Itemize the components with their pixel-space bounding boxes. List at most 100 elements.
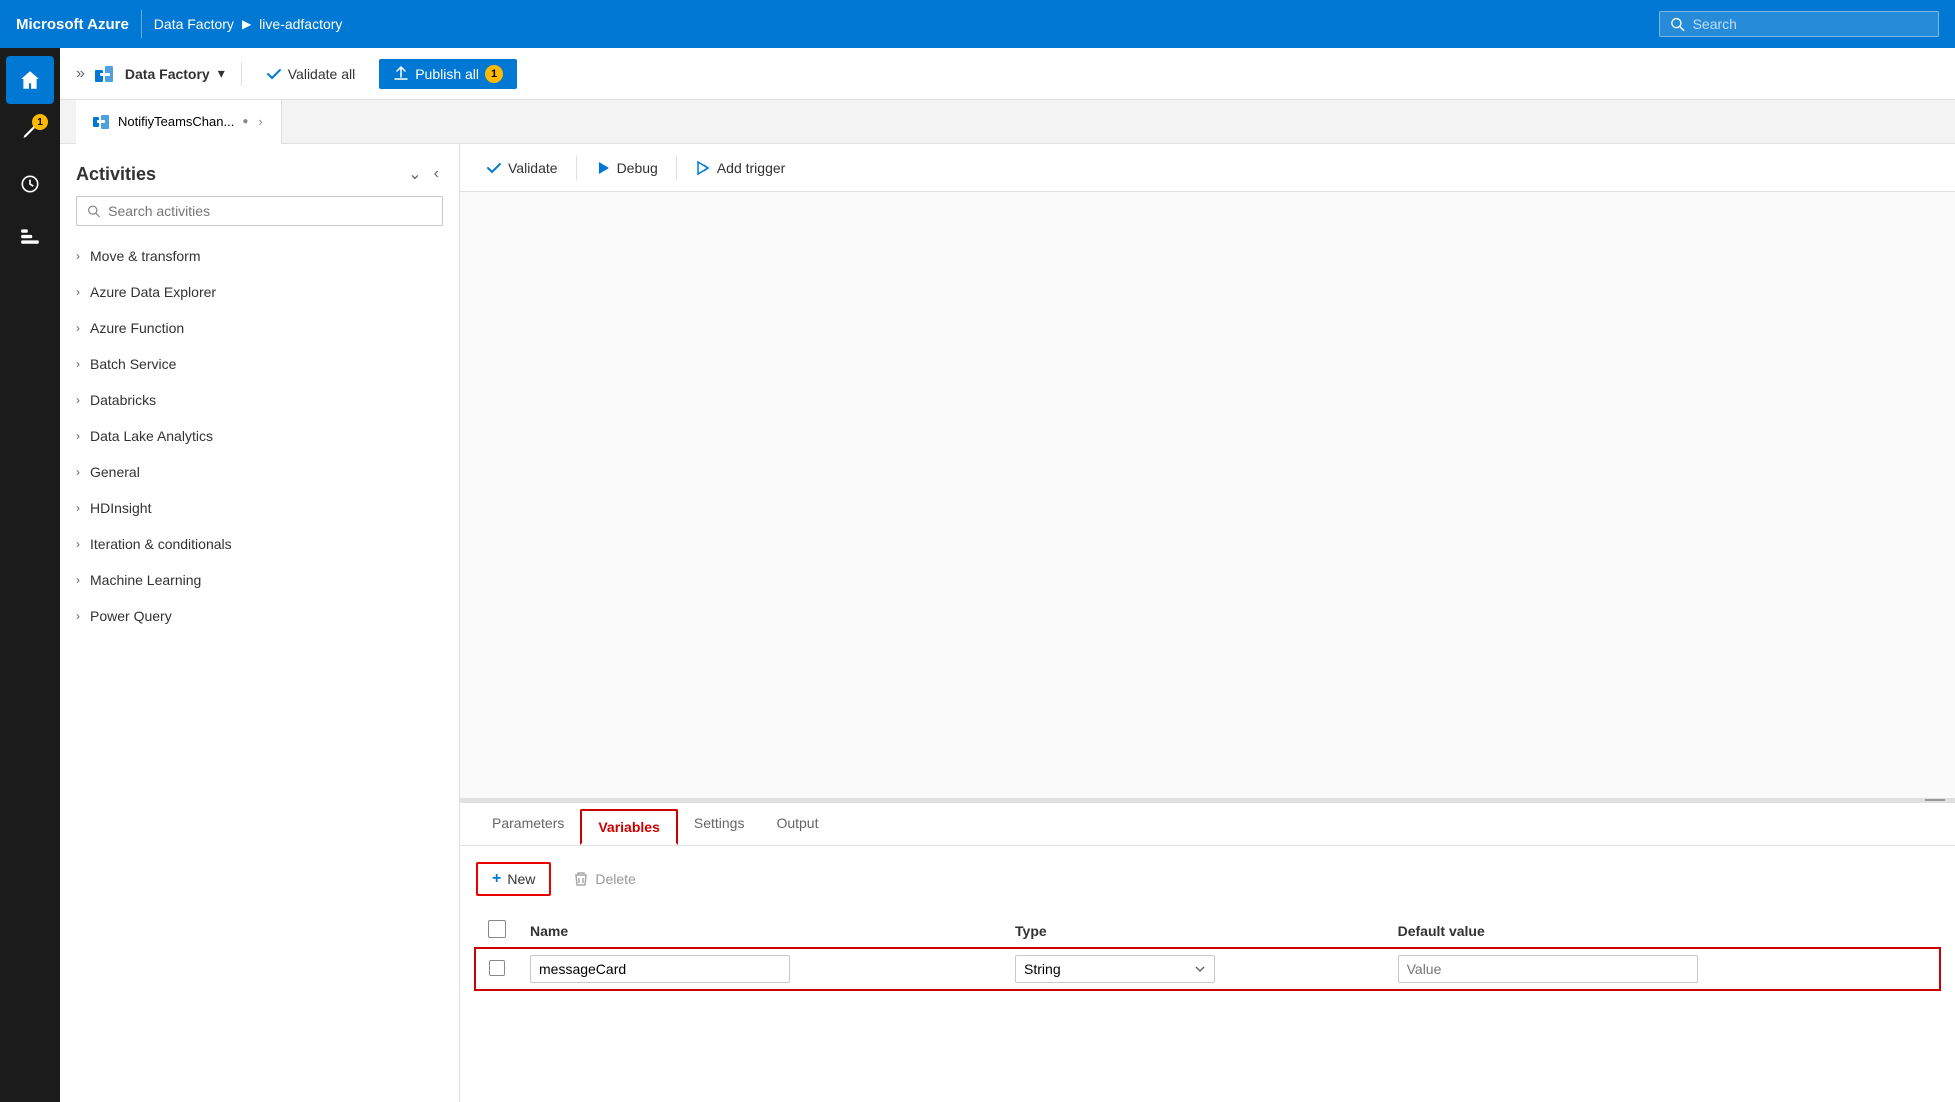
sidebar-item-monitor[interactable] [6,160,54,208]
validate-all-label: Validate all [288,66,355,82]
sidebar-item-home[interactable] [6,56,54,104]
nav-arrow-icon: ▶ [242,17,251,31]
tab-output[interactable]: Output [760,803,834,845]
tab-settings[interactable]: Settings [678,803,761,845]
canvas-area: Validate Debug Add trigger [460,144,1955,1102]
activity-search-box[interactable] [76,196,443,226]
tab-variables[interactable]: Variables [580,809,678,845]
add-trigger-button[interactable]: Add trigger [685,154,795,182]
variable-default-value-input[interactable] [1398,955,1698,983]
validate-canvas-icon [486,160,502,176]
table-row: String Boolean Integer Array [476,949,1939,989]
col-default-label: Default value [1398,923,1485,939]
activity-label: Data Lake Analytics [90,428,213,444]
activities-list: › Move & transform › Azure Data Explorer… [60,238,459,1102]
delete-variable-button[interactable]: Delete [563,865,645,893]
toolbar-dropdown-btn[interactable]: ▾ [218,65,225,82]
pipeline-tab-icon [92,113,110,131]
top-bar-nav: Data Factory ▶ live-adfactory [154,16,343,32]
validate-all-button[interactable]: Validate all [258,60,363,88]
search-input[interactable] [1693,16,1928,32]
panel-layout: Activities ⌄ ‹ › Move & transform [60,144,1955,1102]
activity-item-iteration-conditionals[interactable]: › Iteration & conditionals [60,526,459,562]
publish-all-label: Publish all [415,66,479,82]
activity-item-batch-service[interactable]: › Batch Service [60,346,459,382]
chevron-icon: › [76,285,80,299]
sidebar-item-tools[interactable] [6,212,54,260]
expand-icon[interactable]: » [76,65,85,83]
top-bar-search[interactable] [1659,11,1939,37]
tab-name: NotifiyTeamsChan... [118,114,234,129]
activity-label: Move & transform [90,248,200,264]
activity-item-general[interactable]: › General [60,454,459,490]
activity-item-power-query[interactable]: › Power Query [60,598,459,634]
activity-item-machine-learning[interactable]: › Machine Learning [60,562,459,598]
new-variable-button[interactable]: + New [476,862,551,896]
activity-item-databricks[interactable]: › Databricks [60,382,459,418]
top-bar: Microsoft Azure Data Factory ▶ live-adfa… [0,0,1955,48]
canvas-divider-1 [576,156,577,180]
chevron-icon: › [76,393,80,407]
tab-output-label: Output [776,815,818,831]
activity-label: Power Query [90,608,172,624]
activity-item-azure-function[interactable]: › Azure Function [60,310,459,346]
toolbar-left: » Data Factory ▾ [76,62,225,86]
tab-expand-icon[interactable]: › [256,112,264,131]
toolbar-df-label: Data Factory [125,66,210,82]
chevron-icon: › [76,321,80,335]
publish-icon [393,66,409,82]
activity-label: HDInsight [90,500,151,516]
tab-bar: NotifiyTeamsChan... ● › [60,100,1955,144]
validate-button[interactable]: Validate [476,154,568,182]
brand-label: Microsoft Azure [16,16,129,33]
variable-name-input[interactable] [530,955,790,983]
tab-parameters[interactable]: Parameters [476,803,580,845]
collapse-icon-btn[interactable]: ⌄ [404,160,425,188]
activity-item-hdinsight[interactable]: › HDInsight [60,490,459,526]
debug-icon [595,160,611,176]
tools-icon [19,225,41,247]
activity-item-data-lake-analytics[interactable]: › Data Lake Analytics [60,418,459,454]
activity-item-azure-data-explorer[interactable]: › Azure Data Explorer [60,274,459,310]
panel-tabs: Parameters Variables Settings Output [460,803,1955,846]
row-checkbox[interactable] [489,960,505,976]
pipeline-tab[interactable]: NotifiyTeamsChan... ● › [76,100,282,144]
delete-label: Delete [595,871,635,887]
publish-all-button[interactable]: Publish all 1 [379,59,517,89]
chevron-icon: › [76,249,80,263]
nav-df-label[interactable]: Data Factory [154,16,234,32]
variable-type-select[interactable]: String Boolean Integer Array [1015,955,1215,983]
activity-item-move-transform[interactable]: › Move & transform [60,238,459,274]
publish-badge: 1 [485,65,503,83]
activity-label: General [90,464,140,480]
chevron-icon: › [76,537,80,551]
bottom-panel: Parameters Variables Settings Output [460,802,1955,1102]
tab-parameters-label: Parameters [492,815,564,831]
activity-label: Iteration & conditionals [90,536,232,552]
activity-label: Batch Service [90,356,176,372]
tab-settings-label: Settings [694,815,745,831]
toolbar-divider-1 [241,62,242,86]
canvas[interactable] [460,192,1955,798]
activities-header: Activities ⌄ ‹ [60,144,459,196]
header-checkbox[interactable] [488,920,506,938]
chevron-icon: › [76,465,80,479]
chevron-icon: › [76,429,80,443]
main-layout: 1 » Data Factory ▾ [0,48,1955,1102]
col-name-label: Name [530,923,568,939]
close-icon-btn[interactable]: ‹ [430,160,443,188]
tab-variables-label: Variables [598,819,660,835]
nav-instance-label[interactable]: live-adfactory [259,16,342,32]
variables-table: Name Type Default value [476,912,1939,989]
col-type: Type [1003,912,1386,949]
sidebar-item-pencil[interactable]: 1 [6,108,54,156]
icon-bar: 1 [0,48,60,1102]
home-icon [19,69,41,91]
toolbar: » Data Factory ▾ Validate all Publish al… [60,48,1955,100]
debug-button[interactable]: Debug [585,154,668,182]
plus-icon: + [492,870,501,888]
validate-label: Validate [508,160,558,176]
tab-dot: ● [242,116,248,127]
search-icon [1670,16,1685,32]
activity-search-input[interactable] [108,203,432,219]
